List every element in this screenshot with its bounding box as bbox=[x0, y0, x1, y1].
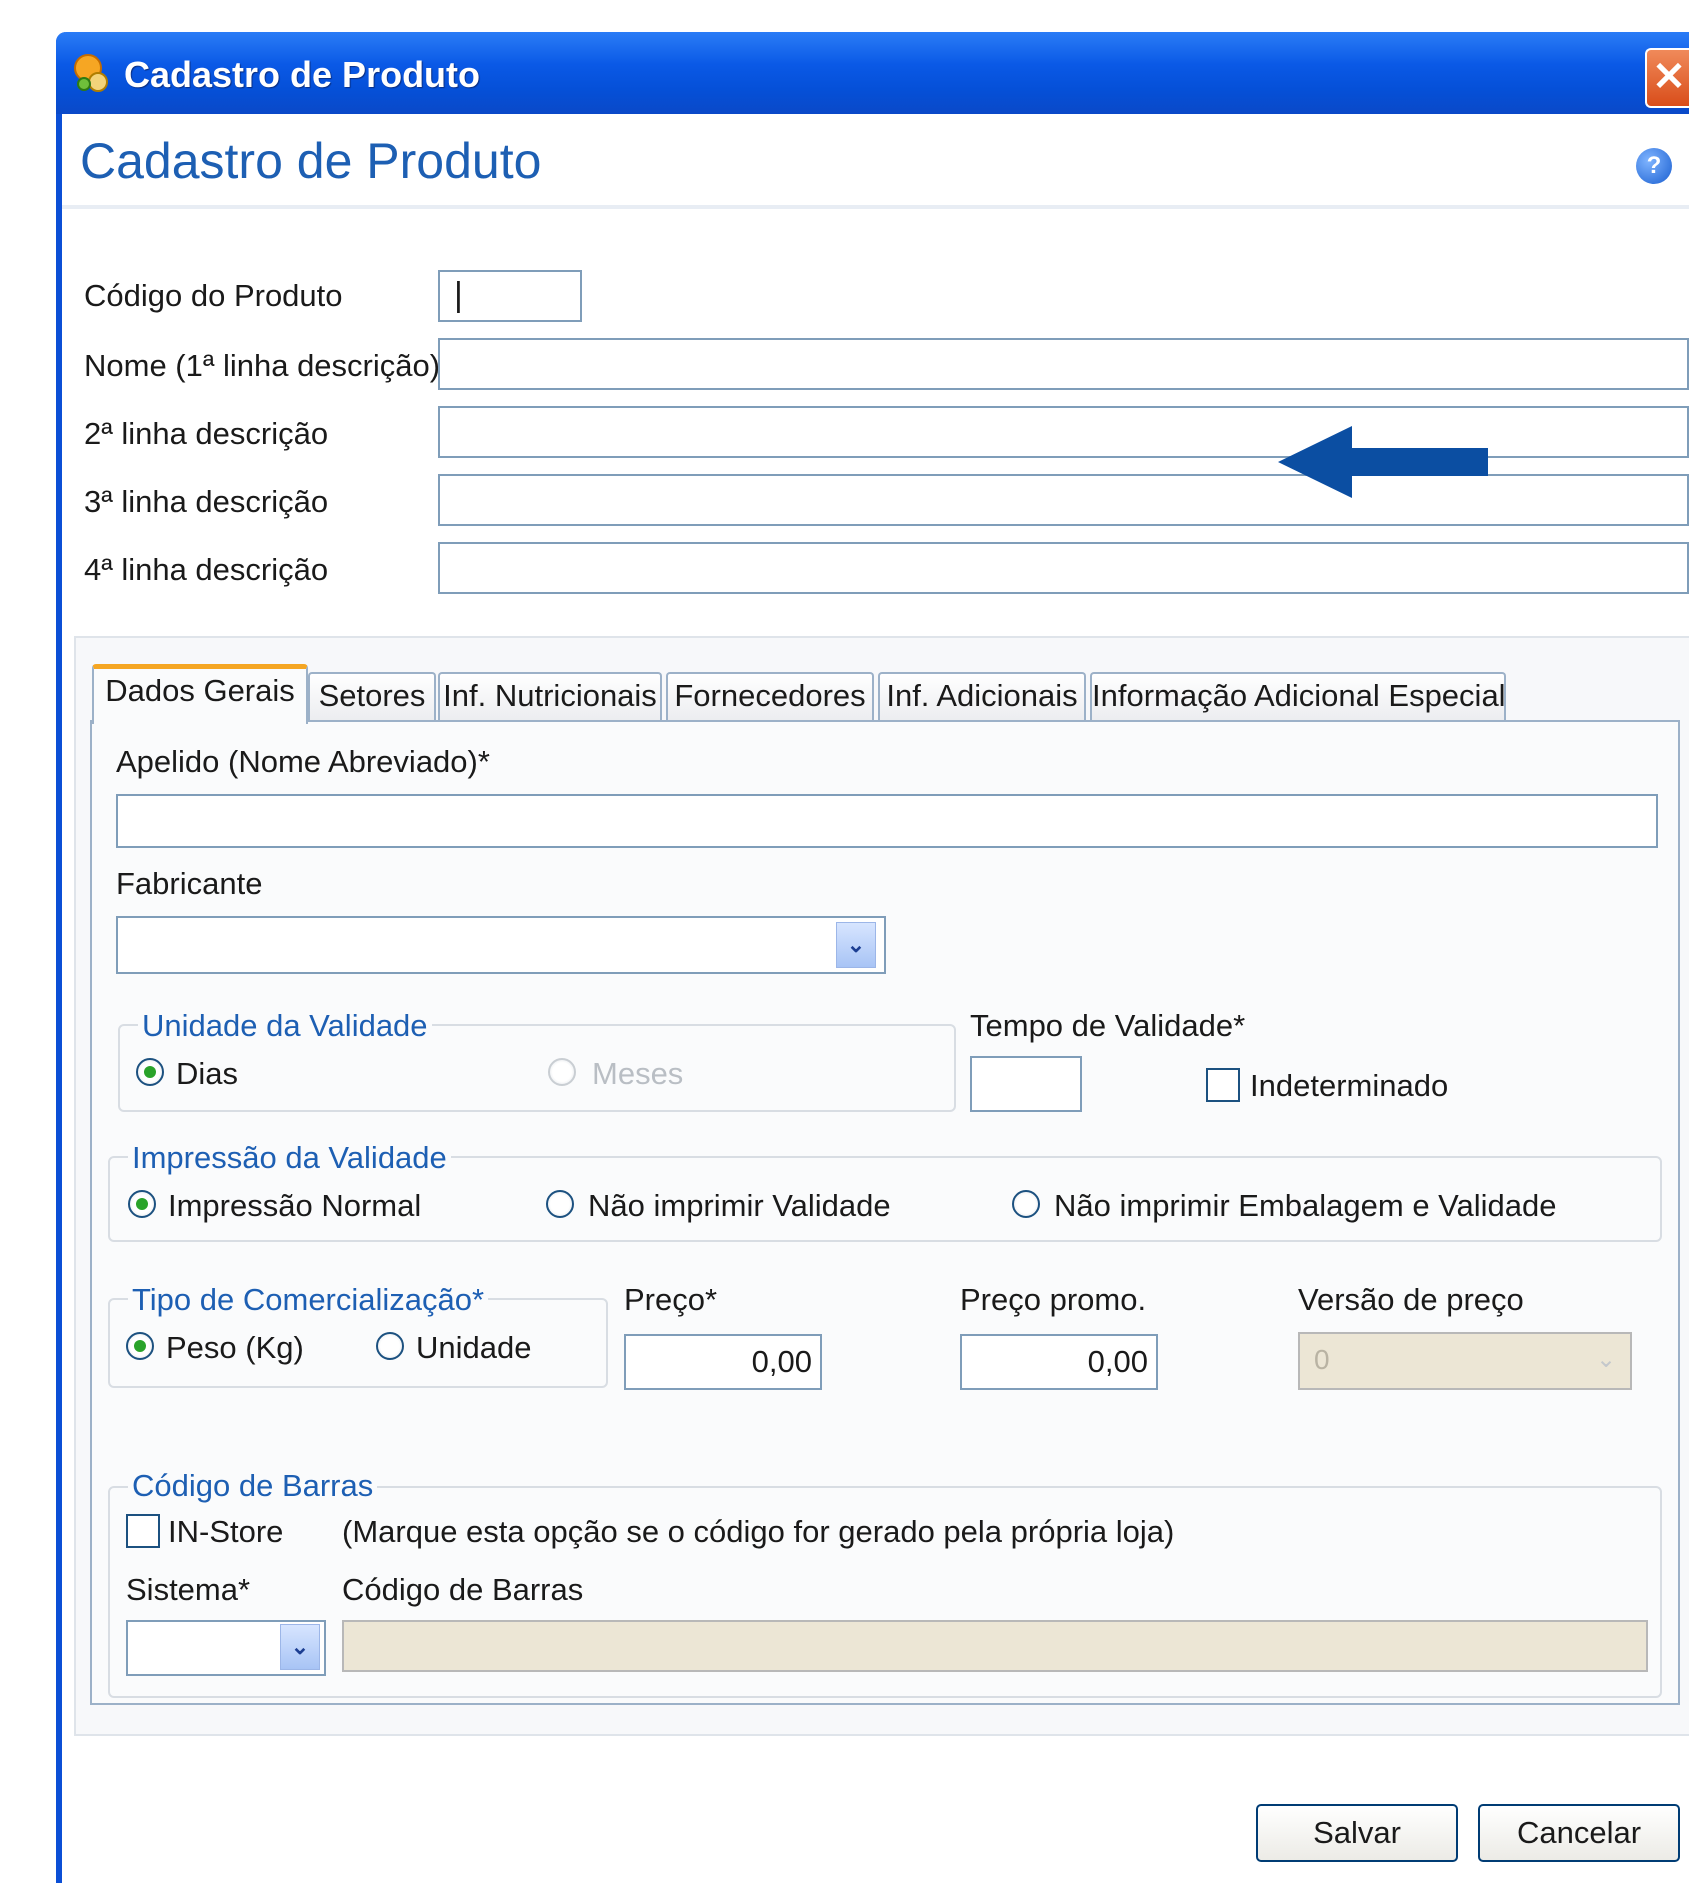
radio-nao-imprimir-validade[interactable] bbox=[546, 1190, 574, 1218]
radio-dias[interactable] bbox=[136, 1058, 164, 1086]
nao-imprimir-validade-label: Não imprimir Validade bbox=[588, 1188, 891, 1223]
radio-impressao-normal[interactable] bbox=[128, 1190, 156, 1218]
preco-promo-label: Preço promo. bbox=[960, 1282, 1147, 1317]
chevron-down-icon: ⌄ bbox=[1595, 1346, 1617, 1373]
instore-checkbox[interactable] bbox=[126, 1514, 160, 1548]
tab-setores[interactable]: Setores bbox=[308, 672, 436, 720]
impressao-normal-label: Impressão Normal bbox=[168, 1188, 422, 1223]
tab-inf-nutricionais[interactable]: Inf. Nutricionais bbox=[438, 672, 662, 720]
dias-label: Dias bbox=[176, 1056, 239, 1091]
close-icon[interactable]: ✕ bbox=[1645, 48, 1689, 108]
codigo-input[interactable]: | bbox=[438, 270, 582, 322]
help-icon[interactable]: ? bbox=[1636, 148, 1672, 184]
indeterminado-checkbox[interactable] bbox=[1206, 1068, 1240, 1102]
peso-label: Peso (Kg) bbox=[166, 1330, 304, 1365]
arrow-left-icon bbox=[1278, 422, 1490, 502]
fabricante-label: Fabricante bbox=[116, 866, 263, 901]
radio-nao-imprimir-embalagem[interactable] bbox=[1012, 1190, 1040, 1218]
apelido-input[interactable] bbox=[116, 794, 1658, 848]
versao-preco-select: 0 bbox=[1298, 1332, 1632, 1390]
instore-label: IN-Store bbox=[168, 1514, 284, 1549]
radio-peso[interactable] bbox=[126, 1332, 154, 1360]
unidade-validade-title: Unidade da Validade bbox=[138, 1008, 432, 1044]
header-divider bbox=[62, 205, 1689, 209]
tempo-validade-label: Tempo de Validade* bbox=[970, 1008, 1246, 1043]
linha3-input[interactable] bbox=[438, 474, 1689, 526]
linha2-input[interactable] bbox=[438, 406, 1689, 458]
tab-inf-adicionais[interactable]: Inf. Adicionais bbox=[878, 672, 1086, 720]
versao-preco-label: Versão de preço bbox=[1298, 1282, 1524, 1317]
fabricante-select[interactable] bbox=[116, 916, 886, 974]
linha4-label: 4ª linha descrição bbox=[84, 552, 329, 587]
sistema-label: Sistema* bbox=[126, 1572, 251, 1607]
save-button[interactable]: Salvar bbox=[1256, 1804, 1458, 1862]
preco-promo-input[interactable]: 0,00 bbox=[960, 1334, 1158, 1390]
tab-fornecedores[interactable]: Fornecedores bbox=[666, 672, 874, 720]
radio-meses[interactable] bbox=[548, 1058, 576, 1086]
nome-input[interactable] bbox=[438, 338, 1689, 390]
cancel-button[interactable]: Cancelar bbox=[1478, 1804, 1680, 1862]
indeterminado-label: Indeterminado bbox=[1250, 1068, 1449, 1103]
impressao-validade-title: Impressão da Validade bbox=[128, 1140, 451, 1176]
instore-hint: (Marque esta opção se o código for gerad… bbox=[342, 1514, 1175, 1549]
codigo-label: Código do Produto bbox=[84, 278, 343, 313]
preco-label: Preço* bbox=[624, 1282, 718, 1317]
chevron-down-icon[interactable]: ⌄ bbox=[280, 1624, 320, 1670]
tempo-validade-input[interactable] bbox=[970, 1056, 1082, 1112]
nao-imprimir-embalagem-label: Não imprimir Embalagem e Validade bbox=[1054, 1188, 1557, 1223]
product-icon bbox=[72, 52, 110, 94]
linha4-input[interactable] bbox=[438, 542, 1689, 594]
tipo-comercializacao-title: Tipo de Comercialização* bbox=[128, 1282, 489, 1318]
linha2-label: 2ª linha descrição bbox=[84, 416, 329, 451]
preco-input[interactable]: 0,00 bbox=[624, 1334, 822, 1390]
linha3-label: 3ª linha descrição bbox=[84, 484, 329, 519]
tab-informacao-adicional-especial[interactable]: Informação Adicional Especial bbox=[1090, 672, 1506, 720]
page-title: Cadastro de Produto bbox=[80, 133, 542, 189]
codigo-barras-input bbox=[342, 1620, 1648, 1672]
codigo-barras-title: Código de Barras bbox=[128, 1468, 378, 1504]
apelido-label: Apelido (Nome Abreviado)* bbox=[116, 744, 490, 779]
unidade-label: Unidade bbox=[416, 1330, 532, 1365]
codigo-barras-label: Código de Barras bbox=[342, 1572, 584, 1607]
nome-label: Nome (1ª linha descrição)* bbox=[84, 348, 453, 383]
tab-dados-gerais[interactable]: Dados Gerais bbox=[92, 664, 308, 724]
window-title: Cadastro de Produto bbox=[124, 54, 481, 95]
chevron-down-icon[interactable]: ⌄ bbox=[836, 922, 876, 968]
meses-label: Meses bbox=[592, 1056, 684, 1091]
radio-unidade[interactable] bbox=[376, 1332, 404, 1360]
